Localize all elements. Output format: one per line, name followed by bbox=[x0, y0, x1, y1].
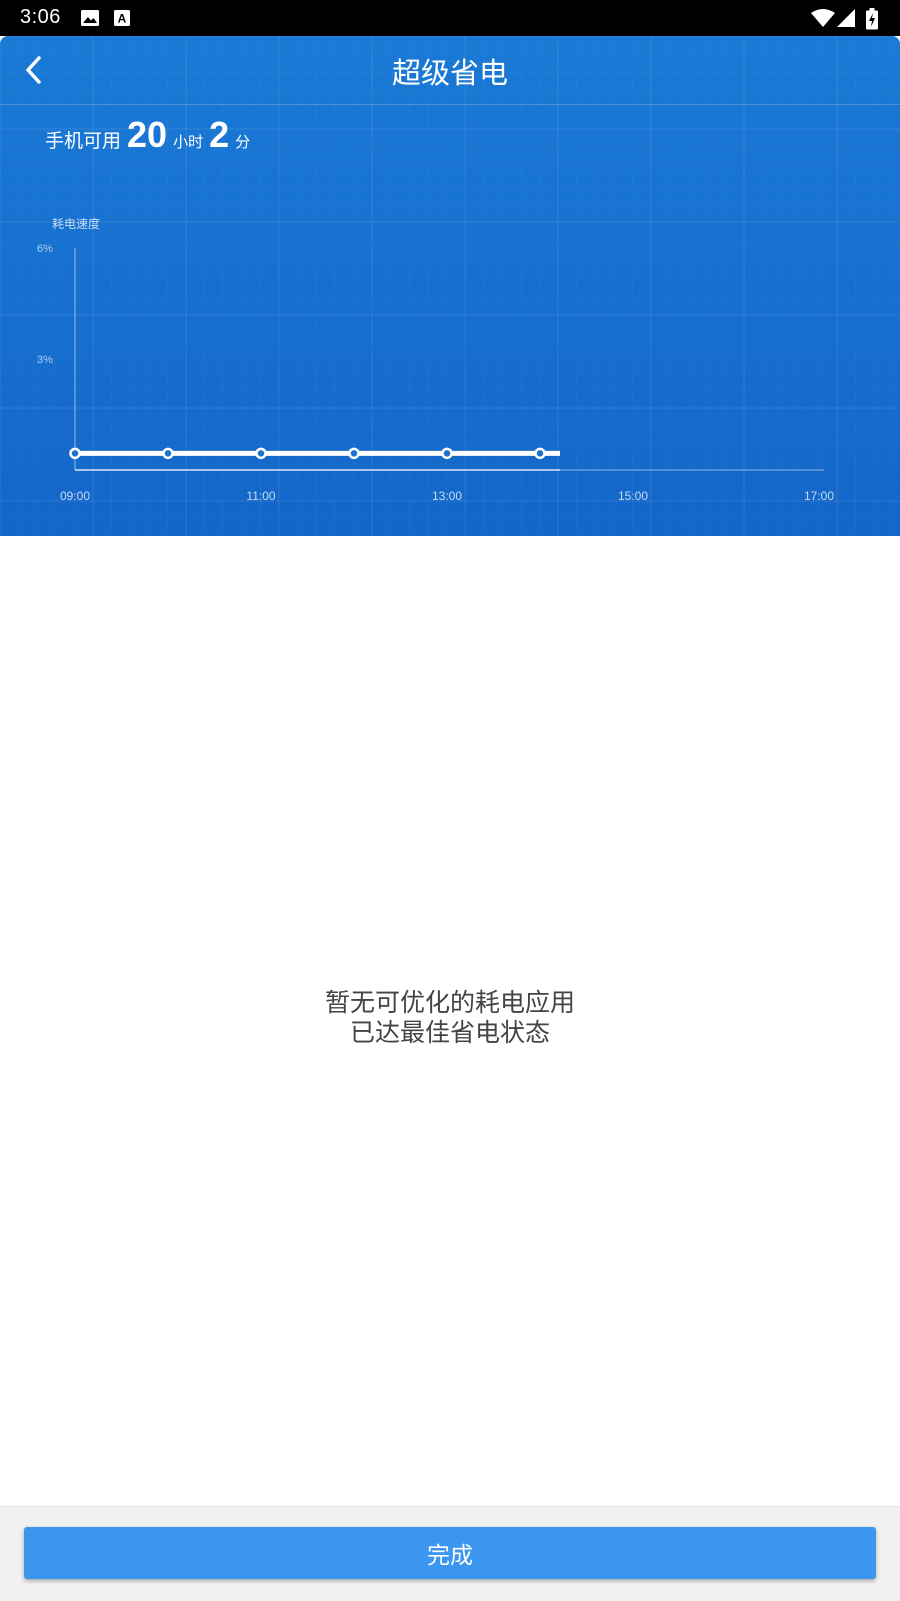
x-tick-label: 15:00 bbox=[618, 489, 648, 503]
power-saving-header: 超级省电 手机可用 20 小时 2 分 耗电速度 6% 3% 09:00 11:00 1… bbox=[0, 36, 900, 536]
empty-state-message: 暂无可优化的耗电应用 已达最佳省电状态 bbox=[0, 988, 900, 1048]
done-button[interactable]: 完成 bbox=[24, 1527, 876, 1579]
chart-ylabel: 耗电速度 bbox=[52, 216, 100, 231]
status-time: 3:06 bbox=[20, 6, 61, 28]
data-point bbox=[69, 447, 81, 460]
image-icon bbox=[81, 10, 99, 26]
svg-text:A: A bbox=[118, 12, 127, 26]
data-point bbox=[534, 447, 546, 460]
data-point bbox=[162, 447, 174, 460]
data-point bbox=[348, 447, 360, 460]
status-bar: 3:06 A bbox=[0, 0, 900, 36]
footer: 完成 bbox=[0, 1506, 900, 1601]
message-line-1: 暂无可优化的耗电应用 bbox=[324, 988, 575, 1017]
x-tick-label: 09:00 bbox=[60, 489, 90, 503]
wifi-icon bbox=[811, 9, 835, 27]
power-consumption-chart: 耗电速度 6% 3% 09:00 11:00 13:00 15:00 17:00 bbox=[37, 216, 834, 503]
x-tick-label: 11:00 bbox=[246, 489, 275, 503]
data-point bbox=[255, 447, 267, 460]
y-tick-label: 3% bbox=[37, 354, 53, 366]
message-line-2: 已达最佳省电状态 bbox=[349, 1018, 550, 1047]
battery-charging-icon bbox=[866, 8, 878, 30]
x-tick-label: 13:00 bbox=[432, 489, 462, 503]
signal-icon bbox=[837, 9, 855, 27]
x-tick-label: 17:00 bbox=[804, 489, 834, 503]
data-point bbox=[441, 447, 453, 460]
y-tick-label: 6% bbox=[37, 243, 53, 255]
font-download-icon: A bbox=[114, 10, 130, 26]
